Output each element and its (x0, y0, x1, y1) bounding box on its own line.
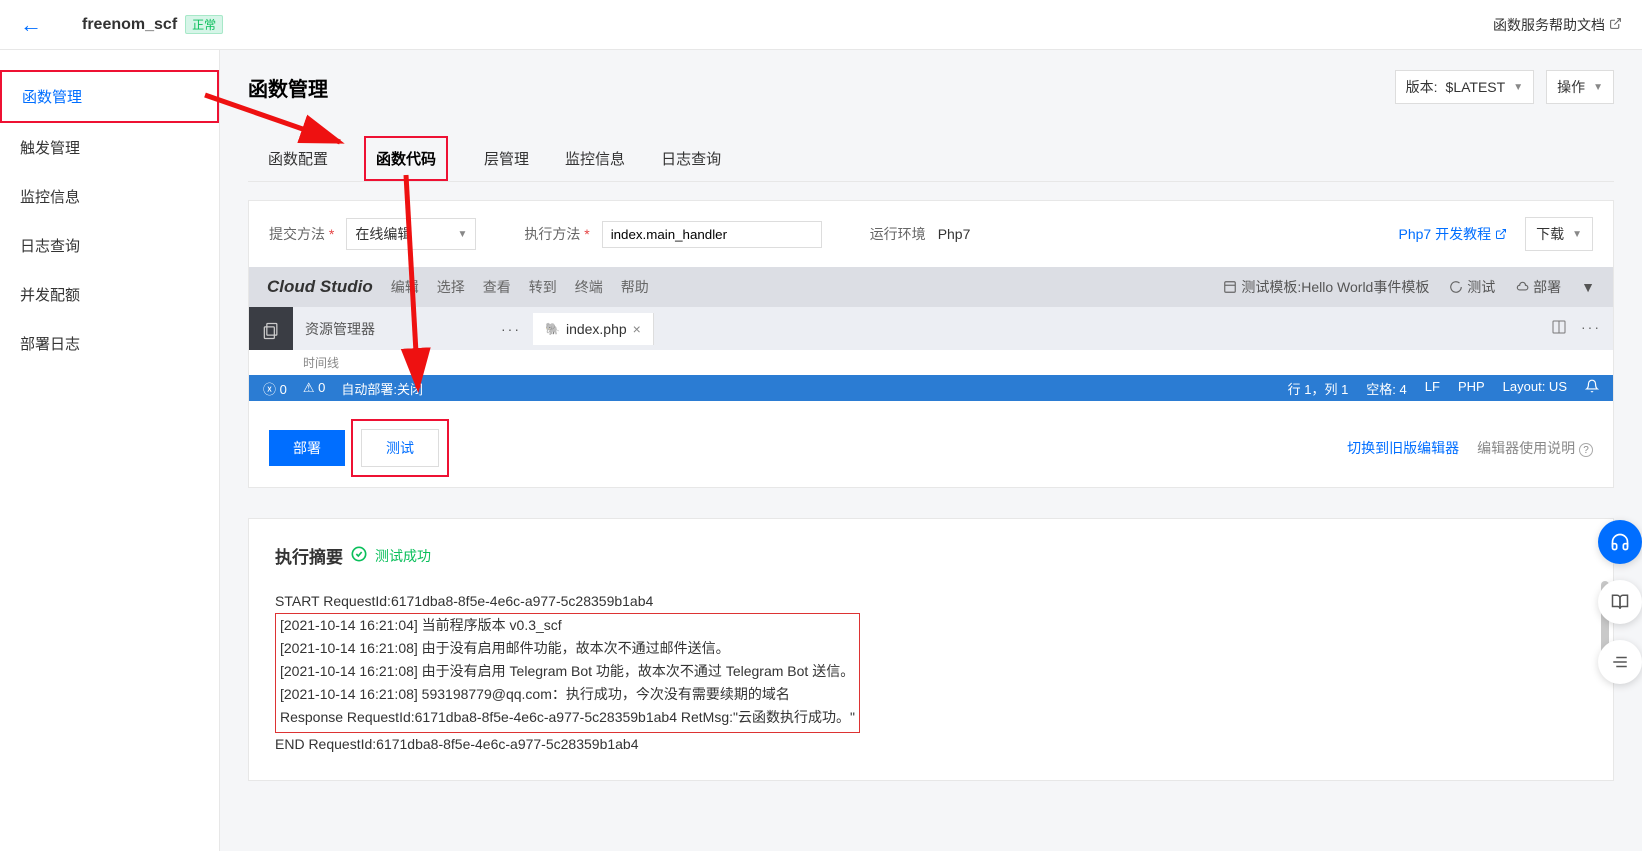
editor-status-bar: ⓧ 0 ⚠ 0 自动部署:关闭 行 1，列 1 空格: 4 LF PHP Lay… (249, 375, 1613, 401)
function-name: freenom_scf (82, 16, 177, 34)
sidebar-item-deploy-log[interactable]: 部署日志 (0, 319, 219, 368)
switch-old-editor-link[interactable]: 切换到旧版编辑器 (1347, 438, 1459, 458)
download-select[interactable]: 下载 ▼ (1525, 217, 1593, 251)
menu-select[interactable]: 选择 (437, 277, 465, 297)
editor-deploy-button[interactable]: 部署 (1515, 277, 1561, 297)
floating-buttons (1598, 520, 1642, 684)
tab-monitor-info[interactable]: 监控信息 (565, 136, 625, 181)
editor-brand: Cloud Studio (267, 277, 373, 297)
editor-menu-bar: Cloud Studio 编辑 选择 查看 转到 终端 帮助 测试模板:Hell… (249, 267, 1613, 307)
tutorial-link[interactable]: Php7 开发教程 (1399, 224, 1508, 244)
editor-collapse-icon[interactable]: ▼ (1581, 279, 1595, 295)
status-badge: 正常 (185, 15, 223, 34)
result-card: 执行摘要 测试成功 START RequestId:6171dba8-8f5e-… (248, 518, 1614, 781)
menu-help[interactable]: 帮助 (621, 277, 649, 297)
actions-select[interactable]: 操作 ▼ (1546, 70, 1614, 104)
sidebar: 函数管理 触发管理 监控信息 日志查询 并发配额 部署日志 (0, 50, 220, 851)
warnings-indicator[interactable]: ⚠ 0 (303, 380, 326, 396)
indent-status[interactable]: 空格: 4 (1366, 379, 1406, 398)
exec-method-label: 执行方法 * (524, 224, 589, 244)
editor-test-button[interactable]: 测试 (1449, 277, 1495, 297)
actions-label: 操作 (1557, 77, 1585, 97)
editor-card: 提交方法 * 在线编辑 ▼ 执行方法 * 运行环境 Php7 Php7 开发教程 (248, 200, 1614, 488)
editor-tab-index-php[interactable]: 🐘 index.php × (533, 313, 654, 345)
explorer-panel: 资源管理器 ··· (293, 307, 533, 350)
list-button[interactable] (1598, 640, 1642, 684)
chevron-down-icon: ▼ (1572, 229, 1582, 240)
exec-method-input[interactable] (602, 221, 822, 248)
more-icon[interactable]: ··· (1581, 319, 1601, 338)
chevron-down-icon: ▼ (1593, 82, 1603, 93)
menu-view[interactable]: 查看 (483, 277, 511, 297)
menu-edit[interactable]: 编辑 (391, 277, 419, 297)
files-icon[interactable] (255, 315, 287, 350)
editor-help-label[interactable]: 编辑器使用说明 ? (1477, 438, 1593, 458)
errors-indicator[interactable]: ⓧ 0 (263, 379, 287, 398)
support-chat-button[interactable] (1598, 520, 1642, 564)
main: 函数管理 版本: $LATEST ▼ 操作 ▼ 函数配置 函数代码 层管理 监控… (220, 50, 1642, 851)
editor-mid: 资源管理器 ··· 🐘 index.php × ··· (249, 307, 1613, 350)
log-line: [2021-10-14 16:21:08] 由于没有启用邮件功能，故本次不通过邮… (280, 637, 855, 660)
config-row: 提交方法 * 在线编辑 ▼ 执行方法 * 运行环境 Php7 Php7 开发教程 (249, 201, 1613, 267)
docs-button[interactable] (1598, 580, 1642, 624)
lang-status[interactable]: PHP (1458, 379, 1485, 398)
version-value: $LATEST (1446, 79, 1506, 95)
result-title: 执行摘要 (275, 543, 343, 568)
explorer-label: 资源管理器 (305, 319, 375, 339)
editor-body[interactable]: 时间线 (249, 350, 1613, 375)
tab-function-code[interactable]: 函数代码 (364, 136, 448, 181)
runtime-value: Php7 (938, 226, 971, 242)
help-doc-link[interactable]: 函数服务帮助文档 (1493, 15, 1622, 35)
php-icon: 🐘 (545, 322, 560, 336)
version-select[interactable]: 版本: $LATEST ▼ (1395, 70, 1534, 104)
layout-status[interactable]: Layout: US (1503, 379, 1567, 398)
tabs: 函数配置 函数代码 层管理 监控信息 日志查询 (248, 134, 1614, 182)
log-output: START RequestId:6171dba8-8f5e-4e6c-a977-… (275, 590, 1587, 756)
chevron-down-icon: ▼ (1513, 82, 1523, 93)
menu-goto[interactable]: 转到 (529, 277, 557, 297)
bell-icon[interactable] (1585, 379, 1599, 398)
help-doc-label: 函数服务帮助文档 (1493, 15, 1605, 35)
log-line: START RequestId:6171dba8-8f5e-4e6c-a977-… (275, 590, 1587, 613)
log-line: Response RequestId:6171dba8-8f5e-4e6c-a9… (280, 706, 855, 729)
eol-status[interactable]: LF (1425, 379, 1440, 398)
sidebar-item-function-manage[interactable]: 函数管理 (0, 70, 219, 123)
back-arrow-icon[interactable]: ← (20, 12, 42, 38)
deploy-button[interactable]: 部署 (269, 430, 345, 466)
success-check-icon (351, 546, 367, 565)
version-label: 版本: (1406, 77, 1438, 97)
editor-activity-bar (249, 307, 293, 350)
action-row: 部署 测试 切换到旧版编辑器 编辑器使用说明 ? (249, 401, 1613, 487)
submit-method-label: 提交方法 * (269, 224, 334, 244)
external-link-icon (1609, 17, 1622, 33)
menu-terminal[interactable]: 终端 (575, 277, 603, 297)
sidebar-item-trigger-manage[interactable]: 触发管理 (0, 123, 219, 172)
page-title: 函数管理 (248, 73, 328, 102)
auto-deploy-status[interactable]: 自动部署:关闭 (341, 379, 423, 398)
test-button[interactable]: 测试 (361, 429, 439, 467)
topbar: ← freenom_scf 正常 函数服务帮助文档 (0, 0, 1642, 50)
log-line: [2021-10-14 16:21:08] 由于没有启用 Telegram Bo… (280, 660, 855, 683)
more-icon[interactable]: ··· (501, 321, 521, 337)
split-editor-icon[interactable] (1551, 319, 1567, 338)
log-line: END RequestId:6171dba8-8f5e-4e6c-a977-5c… (275, 733, 1587, 756)
runtime-label: 运行环境 (870, 224, 926, 244)
result-status-text: 测试成功 (375, 546, 431, 566)
chevron-down-icon: ▼ (457, 229, 467, 240)
log-line: [2021-10-14 16:21:04] 当前程序版本 v0.3_scf (280, 614, 855, 637)
editor-tabs: 🐘 index.php × ··· (533, 307, 1613, 350)
close-icon[interactable]: × (633, 321, 641, 337)
sidebar-item-concurrency-quota[interactable]: 并发配额 (0, 270, 219, 319)
submit-method-select[interactable]: 在线编辑 ▼ (346, 218, 476, 250)
help-icon: ? (1579, 443, 1593, 457)
tab-log-query[interactable]: 日志查询 (661, 136, 721, 181)
cursor-position[interactable]: 行 1，列 1 (1288, 379, 1349, 398)
tab-function-config[interactable]: 函数配置 (268, 136, 328, 181)
sidebar-item-log-query[interactable]: 日志查询 (0, 221, 219, 270)
test-template-selector[interactable]: 测试模板:Hello World事件模板 (1223, 277, 1429, 297)
tab-layer-manage[interactable]: 层管理 (484, 136, 529, 181)
sidebar-item-monitor-info[interactable]: 监控信息 (0, 172, 219, 221)
log-line: [2021-10-14 16:21:08] 593198779@qq.com：执… (280, 683, 855, 706)
